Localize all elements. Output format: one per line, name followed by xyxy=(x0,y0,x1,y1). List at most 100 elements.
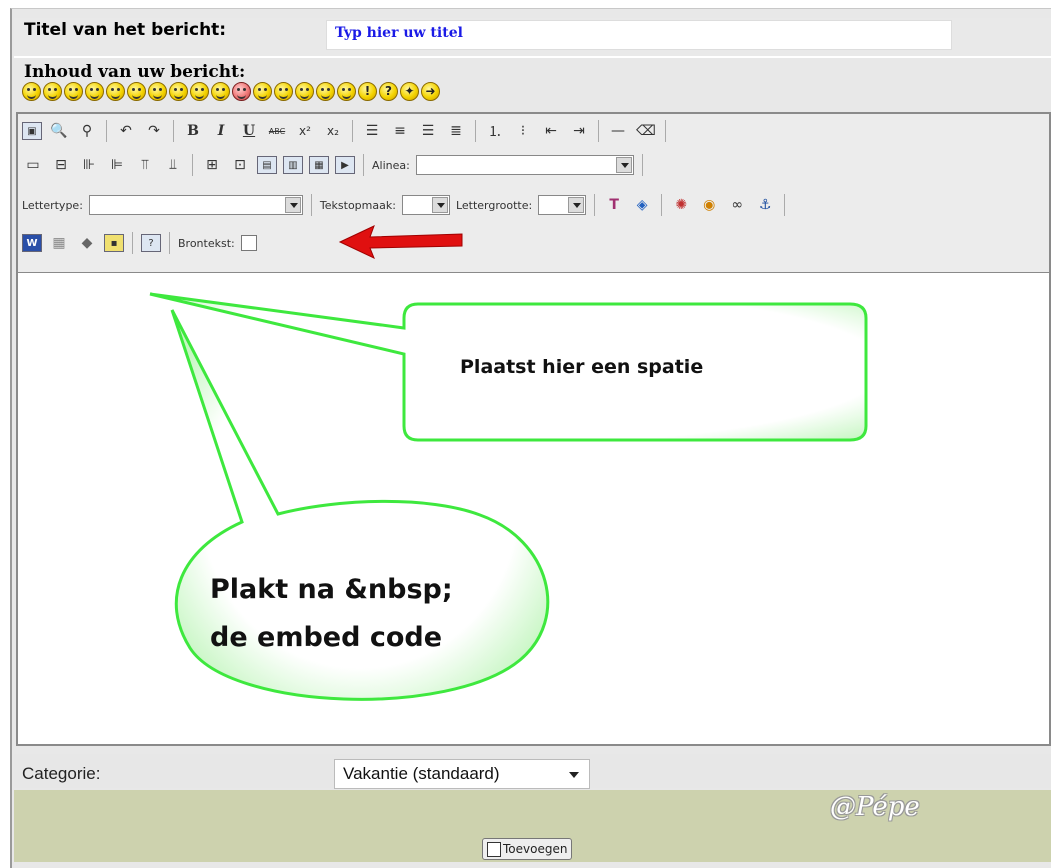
toolbar-row-2: ▭ ⊟ ⊪ ⊫ ⫪ ⫫ ⊞ ⊡ ▤ ▥ ▦ ▶ Alinea: xyxy=(22,154,645,176)
strikethrough-button[interactable]: ABC xyxy=(266,120,288,142)
insert-row-icon[interactable]: ⊪ xyxy=(78,154,100,176)
alinea-label: Alinea: xyxy=(372,158,410,172)
question-icon[interactable]: ? xyxy=(379,82,398,101)
toolbar-separator xyxy=(661,194,663,216)
callout-bottom-line2: de embed code xyxy=(210,622,443,653)
grid-icon[interactable]: ▦ xyxy=(48,232,70,254)
chevron-down-icon xyxy=(431,197,448,213)
red-arrow-annotation xyxy=(338,225,463,259)
media-icon[interactable]: ◉ xyxy=(698,194,720,216)
sad-icon[interactable] xyxy=(64,82,83,101)
toolbar-separator xyxy=(594,194,596,216)
happy-icon[interactable] xyxy=(169,82,188,101)
evil-icon[interactable] xyxy=(295,82,314,101)
grin-icon[interactable] xyxy=(43,82,62,101)
unordered-list-icon[interactable]: ⁝ xyxy=(512,120,534,142)
smile-icon[interactable] xyxy=(22,82,41,101)
table-icon[interactable]: ▭ xyxy=(22,154,44,176)
ordered-list-icon[interactable]: ⒈ xyxy=(484,120,506,142)
exclamation-icon[interactable]: ! xyxy=(358,82,377,101)
italic-button[interactable]: I xyxy=(210,120,232,142)
toolbar-separator xyxy=(475,120,476,142)
align-right-icon[interactable]: ☰ xyxy=(417,120,439,142)
align-left-icon[interactable]: ☰ xyxy=(361,120,383,142)
toolbar-separator xyxy=(363,154,364,176)
toolbar-separator xyxy=(598,120,599,142)
wink-icon[interactable] xyxy=(337,82,356,101)
toolbar-separator xyxy=(192,154,193,176)
toolbar-separator xyxy=(784,194,786,216)
cube-icon[interactable]: ◆ xyxy=(76,232,98,254)
text-color-icon[interactable]: T xyxy=(603,194,625,216)
eraser-icon[interactable]: ⌫ xyxy=(635,120,657,142)
cell-props-icon[interactable]: ▤ xyxy=(257,156,277,174)
lettergrootte-select[interactable] xyxy=(538,195,587,215)
submit-button[interactable]: Toevoegen xyxy=(482,838,573,860)
align-center-icon[interactable]: ≡ xyxy=(389,120,411,142)
brontekst-checkbox[interactable] xyxy=(240,235,257,251)
find-icon[interactable]: ⚲ xyxy=(76,120,98,142)
chevron-down-icon xyxy=(568,197,585,213)
special-char-icon[interactable]: ✺ xyxy=(670,194,692,216)
lettergrootte-label: Lettergrootte: xyxy=(455,198,533,212)
worried-icon[interactable] xyxy=(85,82,104,101)
background-color-icon[interactable]: ◈ xyxy=(631,194,653,216)
split-cell-icon[interactable]: ⊞ xyxy=(201,154,223,176)
redo-icon[interactable]: ↷ xyxy=(143,120,165,142)
alinea-select[interactable] xyxy=(415,155,634,175)
toolbar-separator xyxy=(665,120,666,142)
tongue-icon[interactable] xyxy=(190,82,209,101)
frown-icon[interactable] xyxy=(253,82,272,101)
lettertype-select[interactable] xyxy=(88,195,303,215)
title-input[interactable]: Typ hier uw titel xyxy=(326,20,952,50)
laugh-icon[interactable] xyxy=(127,82,146,101)
insert-column-icon[interactable]: ⫪ xyxy=(134,154,156,176)
link-icon[interactable]: ∞ xyxy=(726,194,748,216)
big-grin-icon[interactable] xyxy=(211,82,230,101)
callout-bottom xyxy=(170,309,550,701)
horizontal-rule-icon[interactable]: — xyxy=(607,120,629,142)
idea-icon[interactable]: ✦ xyxy=(400,82,419,101)
neutral-icon[interactable] xyxy=(316,82,335,101)
subscript-icon[interactable]: x₂ xyxy=(322,120,344,142)
cool-icon[interactable] xyxy=(148,82,167,101)
delete-row-icon[interactable]: ⊫ xyxy=(106,154,128,176)
merge-cell-icon[interactable]: ⊡ xyxy=(229,154,251,176)
anchor-icon[interactable]: ⚓ xyxy=(754,194,776,216)
frame-icon[interactable]: ▪ xyxy=(104,234,124,252)
delete-column-icon[interactable]: ⫫ xyxy=(162,154,184,176)
toolbar-separator xyxy=(169,232,170,254)
justify-icon[interactable]: ≣ xyxy=(445,120,467,142)
chevron-down-icon xyxy=(284,197,301,213)
arrow-right-icon[interactable]: ➜ xyxy=(421,82,440,101)
chevron-down-icon xyxy=(615,157,632,173)
outdent-icon[interactable]: ⇤ xyxy=(540,120,562,142)
toolbar-row-4: W ▦ ◆ ▪ ? Brontekst: xyxy=(22,232,257,254)
insert-icon[interactable]: ▶ xyxy=(335,156,355,174)
table-properties-icon[interactable]: ⊟ xyxy=(50,154,72,176)
indent-icon[interactable]: ⇥ xyxy=(568,120,590,142)
toolbar-separator xyxy=(310,194,312,216)
undo-icon[interactable]: ↶ xyxy=(115,120,137,142)
category-label: Categorie: xyxy=(22,764,101,783)
smiley-bar: ! ? ✦ ➜ xyxy=(22,82,440,106)
underline-button[interactable]: U xyxy=(238,120,260,142)
help-button[interactable]: ? xyxy=(141,234,161,252)
word-paste-icon[interactable]: W xyxy=(22,234,42,252)
chevron-down-icon xyxy=(569,772,579,778)
tekstopmaak-select[interactable] xyxy=(401,195,450,215)
preview-icon[interactable]: 🔍 xyxy=(48,120,70,142)
bold-button[interactable]: B xyxy=(182,120,204,142)
dizzy-icon[interactable] xyxy=(106,82,125,101)
form-icon[interactable]: ▦ xyxy=(309,156,329,174)
superscript-icon[interactable]: x² xyxy=(294,120,316,142)
red-angry-icon[interactable] xyxy=(232,82,251,101)
lettertype-label: Lettertype: xyxy=(22,198,83,212)
toolbar-separator xyxy=(641,154,643,176)
category-select[interactable]: Vakantie (standaard) xyxy=(334,759,590,789)
save-icon[interactable]: ▣ xyxy=(22,122,42,140)
devil-icon[interactable] xyxy=(274,82,293,101)
toolbar-separator xyxy=(132,232,133,254)
submit-label: Toevoegen xyxy=(503,842,568,856)
row-props-icon[interactable]: ▥ xyxy=(283,156,303,174)
